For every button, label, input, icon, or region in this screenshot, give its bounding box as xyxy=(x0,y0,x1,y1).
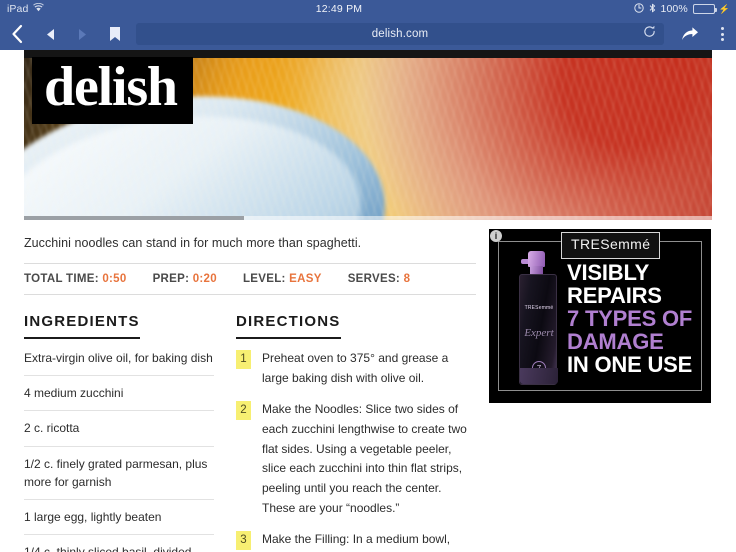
ad-headline-line: REPAIRS xyxy=(567,282,662,308)
reload-icon[interactable] xyxy=(643,25,656,43)
device-name: iPad xyxy=(7,3,29,15)
ingredients-heading: INGREDIENTS xyxy=(24,313,140,339)
ingredients-column: INGREDIENTS Extra-virgin olive oil, for … xyxy=(24,313,214,552)
meta-prep-label: PREP: xyxy=(152,273,190,285)
triangle-right-icon xyxy=(78,28,86,40)
list-item: 1 large egg, lightly beaten xyxy=(24,500,214,536)
directions-heading: DIRECTIONS xyxy=(236,313,341,339)
three-dots-vertical-icon xyxy=(720,27,724,41)
meta-serves-label: SERVES: xyxy=(347,273,401,285)
share-button[interactable] xyxy=(672,18,708,50)
directions-list: 1 Preheat oven to 375° and grease a larg… xyxy=(236,349,476,552)
step-text: Preheat oven to 375° and grease a large … xyxy=(262,351,449,385)
ad-headline-line: VISIBLY xyxy=(567,260,650,285)
delish-logo[interactable]: delish xyxy=(32,57,193,124)
meta-level: LEVEL: EASY xyxy=(243,273,322,285)
overflow-menu-button[interactable] xyxy=(708,18,736,50)
share-arrow-icon xyxy=(682,27,698,40)
app-switch-back-button[interactable] xyxy=(0,18,34,50)
meta-total-time-value: 0:50 xyxy=(102,273,127,285)
delish-logo-text: delish xyxy=(44,56,178,118)
back-button[interactable] xyxy=(34,18,66,50)
list-item: 3 Make the Filling: In a medium bowl, co… xyxy=(236,530,476,552)
forward-button xyxy=(66,18,98,50)
horizontal-scrollbar[interactable] xyxy=(24,216,712,220)
meta-total-time-label: TOTAL TIME: xyxy=(24,273,99,285)
ad-copy: VISIBLY REPAIRS 7 TYPES OF DAMAGE IN ONE… xyxy=(567,260,697,377)
list-item: 1/2 c. finely grated parmesan, plus more… xyxy=(24,447,214,501)
status-bar-right: 100% ⚡ xyxy=(633,2,736,16)
bottle-body: TRESemmé Expert 7 xyxy=(519,274,558,385)
list-item: 2 Make the Noodles: Slice two sides of e… xyxy=(236,400,476,518)
step-number-badge: 1 xyxy=(236,350,251,369)
browser-toolbar: delish.com xyxy=(0,18,736,50)
battery-percent: 100% xyxy=(660,3,688,15)
tresemme-logo-text: TRESemmé xyxy=(571,236,651,252)
meta-level-label: LEVEL: xyxy=(242,273,286,285)
step-text: Make the Filling: In a medium bowl, comb… xyxy=(262,532,451,547)
ipad-browser-screen: iPad 12:49 PM 100% ⚡ delish.com delish Z… xyxy=(0,0,736,552)
step-text: Make the Noodles: Slice two sides of eac… xyxy=(262,402,467,515)
url-bar[interactable]: delish.com xyxy=(136,23,664,45)
list-item: 1/4 c. thinly sliced basil, divided xyxy=(24,535,214,552)
bookmark-icon xyxy=(110,27,120,41)
product-bottle-image: TRESemmé Expert 7 xyxy=(519,251,558,385)
bottle-brand-label: TRESemmé xyxy=(524,305,554,311)
bottle-cap xyxy=(528,251,545,267)
lightning-bolt-icon: ⚡ xyxy=(718,3,730,14)
step-number-badge: 3 xyxy=(236,531,251,551)
web-page-viewport[interactable]: delish Zucchini noodles can stand in for… xyxy=(0,50,736,552)
ad-headline-line: IN ONE USE xyxy=(567,351,693,377)
location-arrow-icon xyxy=(633,2,644,16)
list-item: Extra-virgin olive oil, for baking dish xyxy=(24,341,214,377)
status-bar-left: iPad xyxy=(0,2,45,15)
meta-total-time: TOTAL TIME: 0:50 xyxy=(24,273,127,285)
adchoices-icon[interactable]: i xyxy=(490,230,502,242)
bookmarks-button[interactable] xyxy=(98,18,132,50)
url-text[interactable]: delish.com xyxy=(372,28,428,40)
tresemme-logo: TRESemmé xyxy=(561,232,661,259)
bottle-sub-label: Expert xyxy=(524,327,554,339)
status-bar-clock: 12:49 PM xyxy=(315,3,363,15)
step-number-badge: 2 xyxy=(236,401,251,421)
battery-full-icon xyxy=(692,4,717,14)
meta-serves: SERVES: 8 xyxy=(348,273,411,285)
wifi-icon xyxy=(33,2,45,15)
list-item: 4 medium zucchini xyxy=(24,376,214,412)
directions-column: DIRECTIONS 1 Preheat oven to 375° and gr… xyxy=(236,313,476,552)
list-item: 1 Preheat oven to 375° and grease a larg… xyxy=(236,349,476,388)
triangle-left-icon xyxy=(46,28,54,40)
ad-headline-line: DAMAGE xyxy=(567,328,664,354)
bluetooth-icon xyxy=(649,3,656,16)
meta-prep: PREP: 0:20 xyxy=(153,273,217,285)
hero-banner: delish xyxy=(24,50,712,220)
ad-headline-line: 7 TYPES OF xyxy=(567,305,693,331)
list-item: 2 c. ricotta xyxy=(24,411,214,447)
chevron-left-icon xyxy=(11,24,22,44)
meta-serves-value: 8 xyxy=(403,273,411,285)
advertisement[interactable]: i TRESemmé Expert 7 TRESemmé VISIBLY REP… xyxy=(489,229,711,403)
ingredients-list: Extra-virgin olive oil, for baking dish … xyxy=(24,341,214,552)
status-bar: iPad 12:49 PM 100% ⚡ xyxy=(0,0,736,18)
meta-prep-value: 0:20 xyxy=(192,273,217,285)
bottle-base xyxy=(520,368,558,384)
meta-level-value: EASY xyxy=(289,273,322,285)
recipe-meta-row: TOTAL TIME: 0:50 PREP: 0:20 LEVEL: EASY … xyxy=(24,263,476,295)
